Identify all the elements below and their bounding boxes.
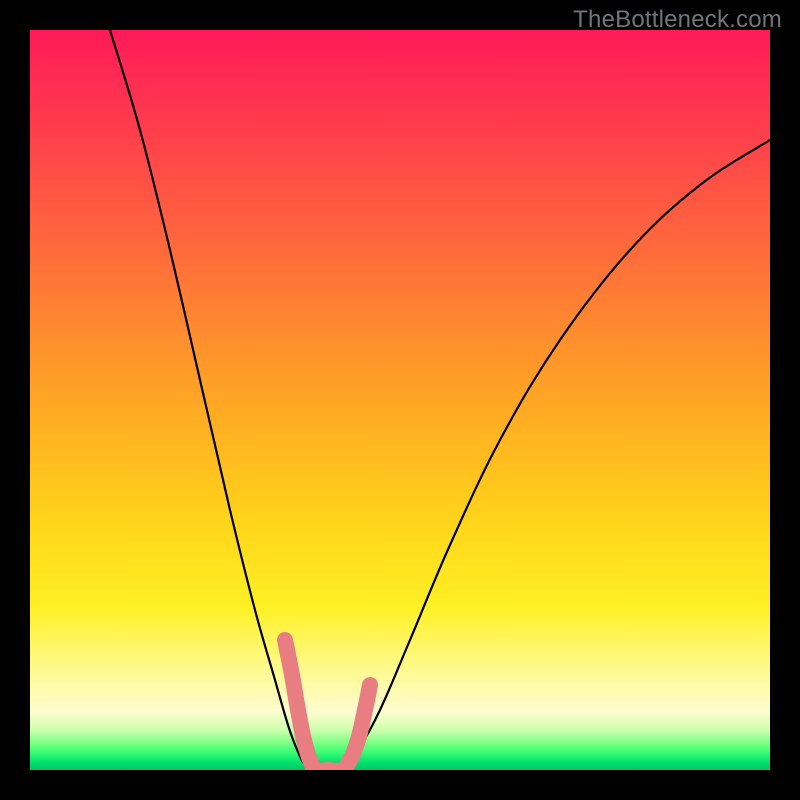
plot-area <box>30 30 770 770</box>
bottleneck-curve <box>110 30 770 770</box>
chart-svg <box>30 30 770 770</box>
watermark-text: TheBottleneck.com <box>573 6 782 34</box>
chart-container: TheBottleneck.com <box>0 0 800 800</box>
